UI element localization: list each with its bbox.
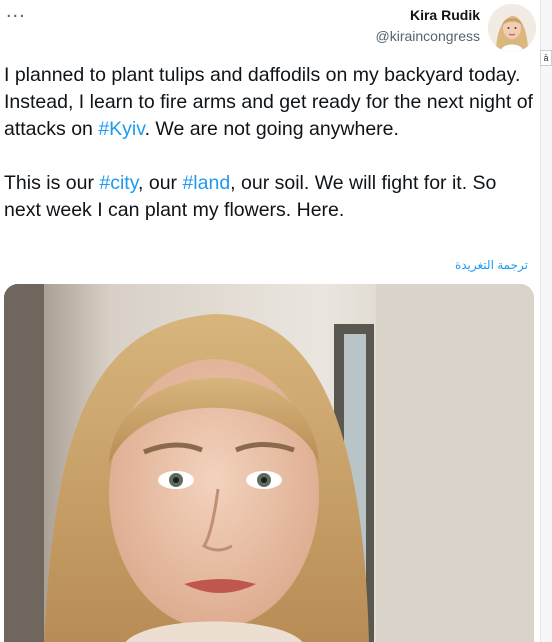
tweet-text: I planned to plant tulips and daffodils … [4, 62, 534, 224]
tweet-photo[interactable] [4, 284, 534, 642]
tweet-paragraph-1: I planned to plant tulips and daffodils … [4, 62, 534, 143]
selfie-photo-image [4, 284, 534, 642]
hashtag-kyiv-link[interactable]: #Kyiv [98, 118, 144, 140]
more-options-button[interactable]: ... [6, 0, 26, 22]
author-handle[interactable]: @kiraincongress [376, 26, 480, 46]
scroll-badge: ā [540, 50, 552, 66]
tweet-text-segment: , our [138, 172, 183, 194]
avatar-image [488, 4, 536, 52]
tweet-text-segment: This is our [4, 172, 100, 194]
avatar[interactable] [488, 4, 536, 52]
hashtag-city-link[interactable]: #city [99, 172, 138, 194]
hashtag-land-link[interactable]: #land [182, 172, 230, 194]
author-info[interactable]: Kira Rudik @kiraincongress [376, 6, 480, 46]
tweet-text-segment: . We are not going anywhere. [144, 118, 399, 140]
tweet-paragraph-2: This is our #city, our #land, our soil. … [4, 170, 534, 224]
author-name[interactable]: Kira Rudik [376, 6, 480, 24]
translate-tweet-link[interactable]: ترجمة التغريدة [455, 258, 528, 272]
tweet-card: ... Kira Rudik @kiraincongress I planned… [0, 0, 540, 642]
scrollbar[interactable] [540, 0, 552, 642]
